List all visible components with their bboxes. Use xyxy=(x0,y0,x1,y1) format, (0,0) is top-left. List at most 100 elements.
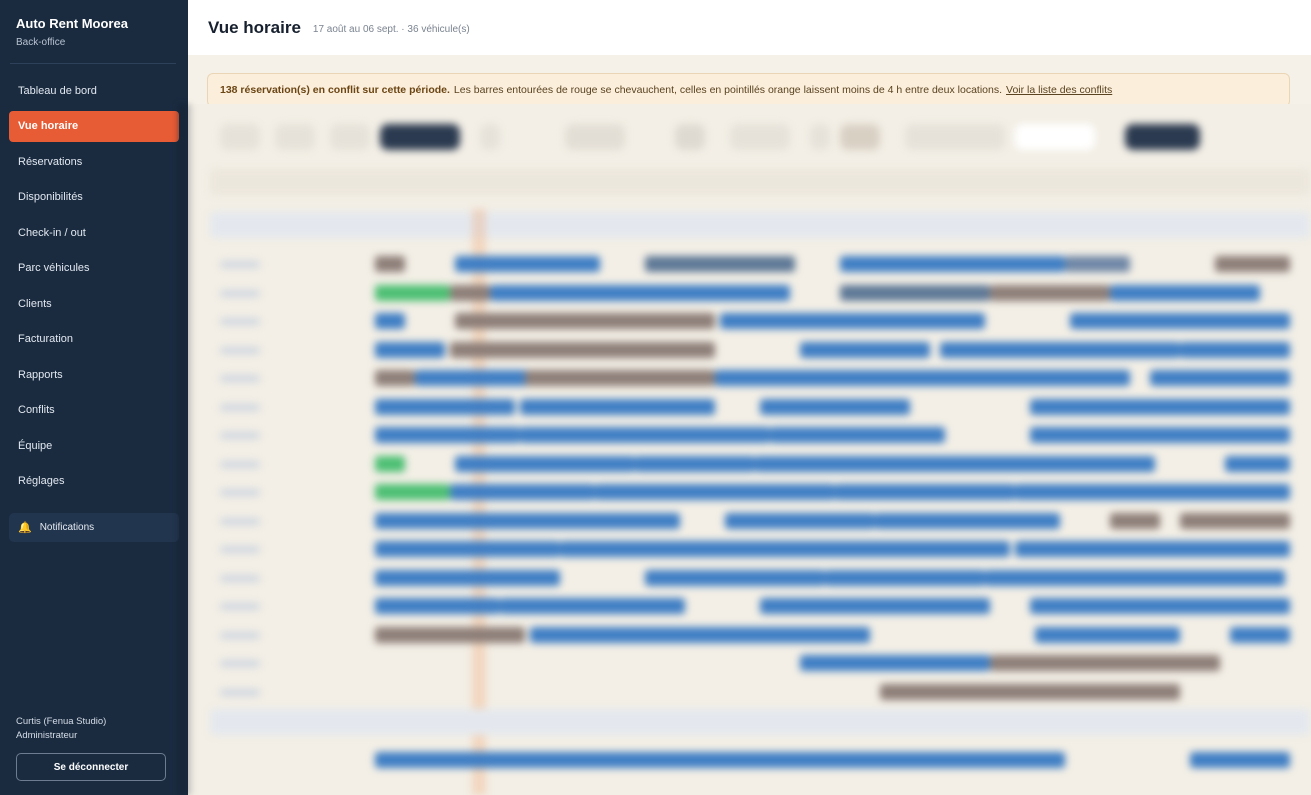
sidebar-item-parc-vehicules[interactable]: Parc véhicules xyxy=(9,253,179,284)
vehicle-row-label xyxy=(220,261,260,268)
booking-bar xyxy=(560,541,1010,557)
page-subtitle: 17 août au 06 sept. · 36 véhicule(s) xyxy=(312,23,470,35)
booking-bar xyxy=(455,313,715,329)
user-name: Curtis (Fenua Studio) xyxy=(16,716,107,727)
sidebar-item-tableau-de-bord[interactable]: Tableau de bord xyxy=(9,75,179,106)
notifications-label: Notifications xyxy=(39,522,95,533)
booking-bar xyxy=(375,484,450,500)
sidebar-item-facturation[interactable]: Facturation xyxy=(9,324,179,355)
booking-bar xyxy=(375,512,680,529)
conflict-alert: 138 réservation(s) en conflit sur cette … xyxy=(207,73,1290,107)
vehicle-row-label xyxy=(220,489,260,496)
booking-bar xyxy=(1030,398,1290,415)
booking-bar xyxy=(800,341,930,358)
conflict-alert-count: 138 réservation(s) en conflit sur cette … xyxy=(220,84,450,96)
sidebar-item-equipe[interactable]: Équipe xyxy=(9,430,179,461)
toolbar-control xyxy=(1015,124,1095,150)
booking-bar xyxy=(1225,455,1290,472)
vehicle-row-label xyxy=(220,346,260,354)
toolbar-control xyxy=(840,124,880,150)
booking-bar xyxy=(840,284,990,301)
booking-bar xyxy=(1110,512,1160,529)
booking-bar xyxy=(455,256,600,272)
brand-title: Auto Rent Moorea xyxy=(16,16,128,31)
booking-bar xyxy=(595,484,835,500)
booking-bar xyxy=(490,284,790,301)
sidebar-item-check-in-out[interactable]: Check-in / out xyxy=(9,217,179,248)
booking-bar xyxy=(530,626,870,643)
toolbar-control xyxy=(675,124,705,150)
toolbar-control xyxy=(480,124,500,150)
toolbar-control xyxy=(1125,124,1200,150)
booking-bar xyxy=(800,655,990,671)
booking-bar xyxy=(1180,341,1290,358)
booking-bar xyxy=(375,455,405,472)
brand-subtitle: Back-office xyxy=(16,37,66,48)
sidebar-item-rapports[interactable]: Rapports xyxy=(9,359,179,390)
booking-bar xyxy=(375,598,500,614)
toolbar-control xyxy=(330,124,370,150)
booking-bar xyxy=(375,398,515,415)
booking-bar xyxy=(1110,284,1260,301)
vehicle-row-label xyxy=(220,574,260,582)
vehicle-row-label xyxy=(220,688,260,696)
sidebar-item-reglages[interactable]: Réglages xyxy=(9,466,179,497)
booking-bar xyxy=(1215,256,1290,272)
vehicle-row-label xyxy=(220,375,260,382)
booking-bar xyxy=(500,598,685,614)
booking-bar xyxy=(760,598,990,614)
vehicle-row-label xyxy=(220,432,260,439)
user-info: Curtis (Fenua Studio) Administrateur xyxy=(16,715,106,743)
booking-bar xyxy=(875,512,1060,529)
schedule-grid-blurred xyxy=(190,104,1311,795)
booking-bar xyxy=(645,256,795,272)
booking-bar xyxy=(880,683,1180,700)
booking-bar xyxy=(720,313,985,329)
sidebar-item-vue-horaire[interactable]: Vue horaire xyxy=(9,110,179,142)
sidebar: Auto Rent Moorea Back-office Tableau de … xyxy=(0,0,188,795)
booking-bar xyxy=(375,313,405,329)
booking-bar xyxy=(940,341,1180,358)
sidebar-item-disponibilites[interactable]: Disponibilités xyxy=(9,182,179,213)
booking-bar xyxy=(1070,313,1290,329)
booking-bar xyxy=(1030,598,1290,614)
booking-bar xyxy=(825,569,985,586)
booking-bar xyxy=(450,284,490,301)
page-title: Vue horaire xyxy=(208,17,301,37)
toolbar-control xyxy=(905,124,1005,150)
group-header xyxy=(210,212,1310,238)
notifications-button[interactable]: 🔔 Notifications xyxy=(9,513,179,542)
booking-bar xyxy=(375,256,405,272)
booking-bar xyxy=(840,256,1065,272)
overlay-shadow xyxy=(178,104,194,795)
group-header xyxy=(210,709,1310,735)
booking-bar xyxy=(1035,626,1180,643)
sidebar-item-clients[interactable]: Clients xyxy=(9,288,179,319)
vehicle-row-label xyxy=(220,289,260,297)
booking-bar xyxy=(520,427,770,443)
booking-bar xyxy=(990,655,1220,671)
user-role: Administrateur xyxy=(16,730,78,741)
logout-button[interactable]: Se déconnecter xyxy=(16,753,166,781)
booking-bar xyxy=(455,455,635,472)
booking-bar xyxy=(520,398,715,415)
sidebar-item-reservations[interactable]: Réservations xyxy=(9,146,179,177)
booking-bar xyxy=(715,370,1130,386)
booking-bar xyxy=(1065,256,1130,272)
date-header-row xyxy=(210,169,1310,195)
booking-bar xyxy=(835,484,1015,500)
booking-bar xyxy=(375,427,520,443)
vehicle-row-label xyxy=(220,603,260,610)
toolbar-control xyxy=(810,124,830,150)
page-header: Vue horaire 17 août au 06 sept. · 36 véh… xyxy=(188,0,1311,55)
toolbar-control xyxy=(275,124,315,150)
booking-bar xyxy=(1015,484,1290,500)
booking-bar xyxy=(645,569,825,586)
booking-bar xyxy=(635,455,755,472)
vehicle-row-label xyxy=(220,517,260,525)
booking-bar xyxy=(375,370,415,386)
booking-bar xyxy=(450,341,715,358)
sidebar-item-conflits[interactable]: Conflits xyxy=(9,395,179,426)
brand: Auto Rent Moorea Back-office xyxy=(0,0,188,48)
conflict-list-link[interactable]: Voir la liste des conflits xyxy=(1006,84,1112,96)
